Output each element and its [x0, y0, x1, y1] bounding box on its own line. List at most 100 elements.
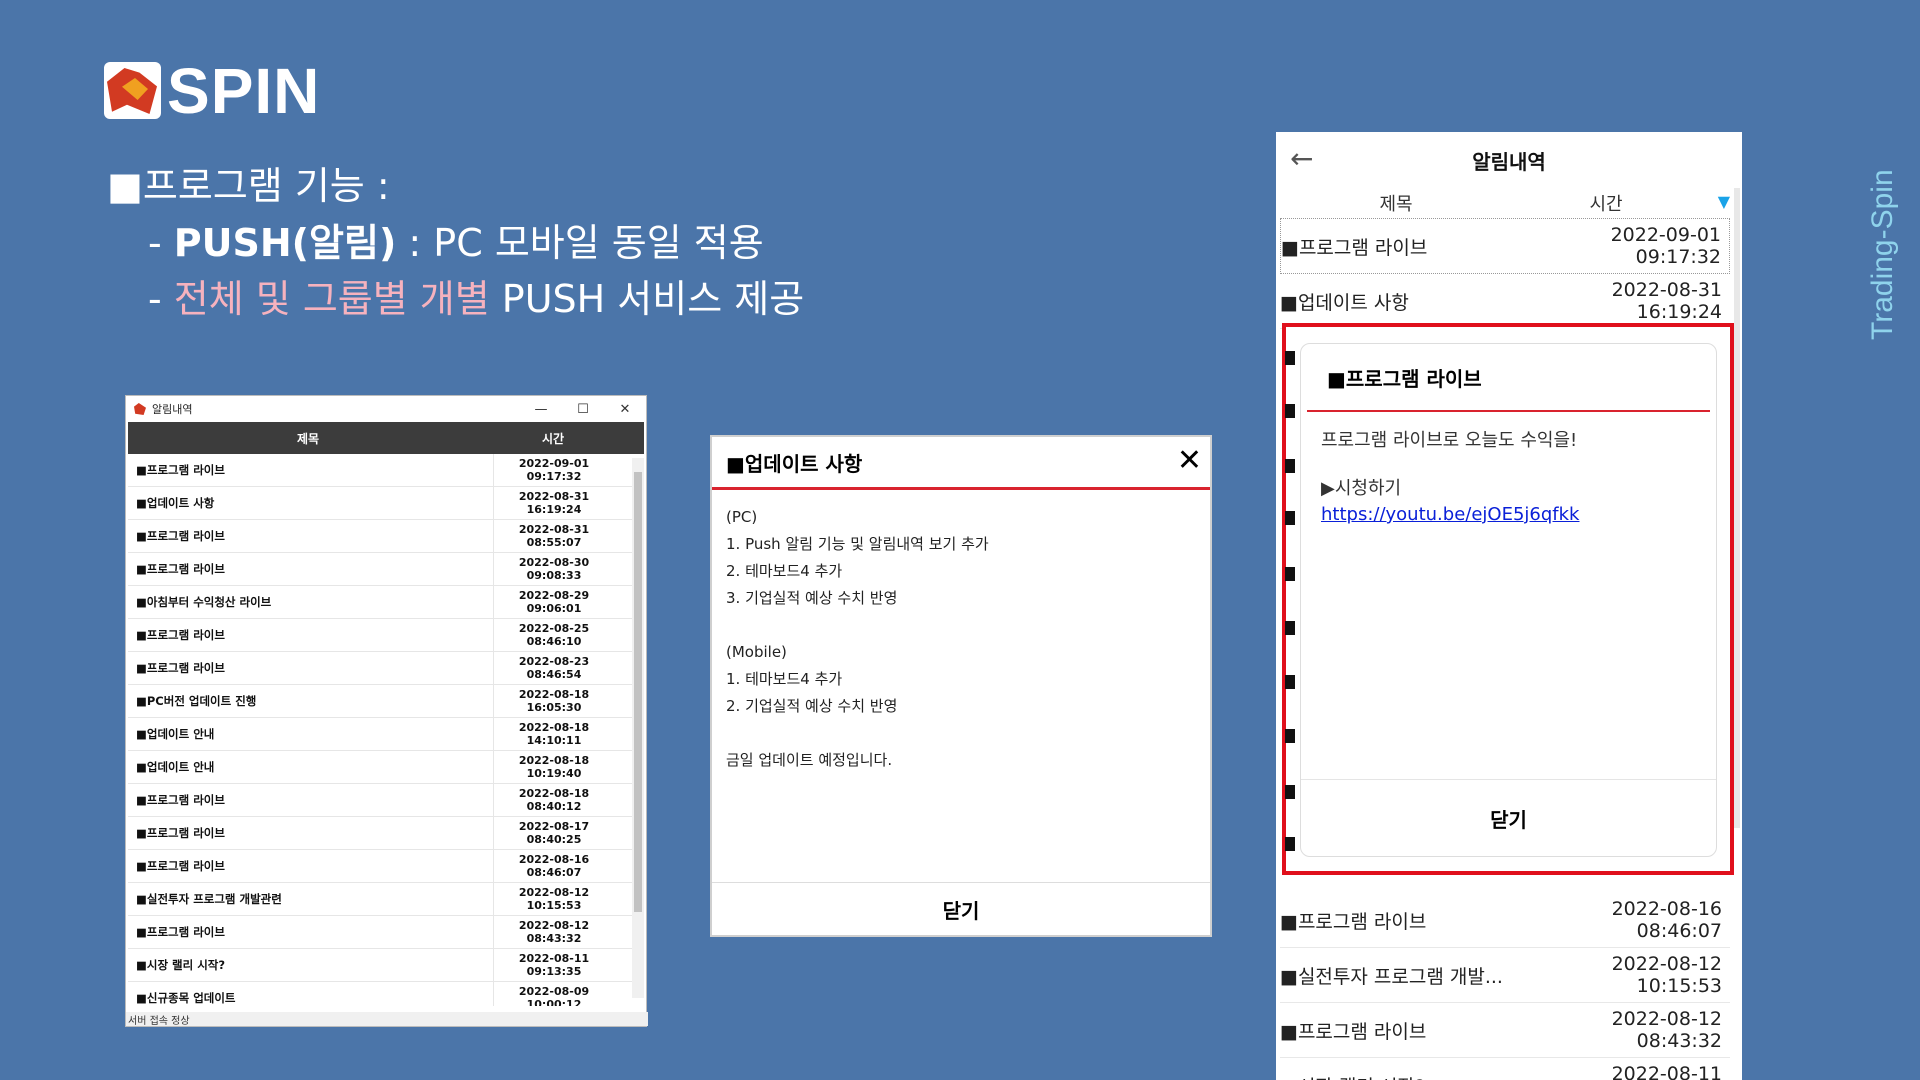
back-arrow-icon[interactable]: ←: [1290, 142, 1313, 175]
close-button[interactable]: 닫기: [1301, 779, 1716, 856]
item-time: 2022-08-11 09:13:35: [1611, 1063, 1722, 1080]
row-time: 2022-08-18 08:40:12: [518, 787, 590, 813]
notification-popup: ■프로그램 라이브 프로그램 라이브로 오늘도 수익을! ▶시청하기 https…: [1300, 343, 1717, 857]
row-time: 2022-09-01 09:17:32: [518, 457, 590, 483]
table-row[interactable]: ■시장 랠리 시작? 2022-08-11 09:13:35: [128, 949, 644, 982]
row-title: ■프로그램 라이브: [128, 454, 494, 486]
row-title: ■PC버전 업데이트 진행: [128, 685, 494, 717]
status-bar: 서버 접속 정상: [126, 1012, 648, 1027]
row-time: 2022-08-11 09:13:35: [518, 952, 590, 978]
row-title: ■신규종목 업데이트: [128, 982, 494, 1006]
row-title: ■프로그램 라이브: [128, 652, 494, 684]
list-item[interactable]: ■프로그램 라이브 2022-08-12 08:43:32: [1280, 1003, 1730, 1058]
dialog-line: 1. 테마보드4 추가: [726, 670, 843, 688]
group-keyword: 전체 및 그룹별 개별: [173, 277, 490, 321]
table-row[interactable]: ■업데이트 안내 2022-08-18 14:10:11: [128, 718, 644, 751]
row-title: ■프로그램 라이브: [128, 850, 494, 882]
mobile-column-header: 제목 시간 ▼: [1276, 188, 1742, 218]
row-time: 2022-08-18 14:10:11: [518, 721, 590, 747]
dialog-title: ■업데이트 사항 ✕: [712, 437, 1210, 490]
column-title[interactable]: 제목: [128, 430, 488, 447]
scrollbar[interactable]: [1734, 188, 1740, 828]
row-time: 2022-08-09 10:00:12: [518, 985, 590, 1006]
scrollbar[interactable]: [632, 458, 644, 998]
table-row[interactable]: ■업데이트 사항 2022-08-31 16:19:24: [128, 487, 644, 520]
window-titlebar: 알림내역 — ☐ ✕: [126, 396, 646, 422]
list-bullet: [1285, 729, 1295, 743]
table-row[interactable]: ■PC버전 업데이트 진행 2022-08-18 16:05:30: [128, 685, 644, 718]
pc-notification-window: 알림내역 — ☐ ✕ 제목 시간 ■프로그램 라이브 2022-09-01 09:…: [125, 395, 648, 1027]
table-row[interactable]: ■프로그램 라이브 2022-08-30 09:08:33: [128, 553, 644, 586]
row-time: 2022-08-29 09:06:01: [518, 589, 590, 615]
dialog-line: (PC): [726, 508, 758, 526]
list-item[interactable]: ■프로그램 라이브 2022-08-16 08:46:07: [1280, 893, 1730, 948]
feature-heading: ■프로그램 기능 :: [107, 164, 390, 208]
list-bullet: [1285, 621, 1295, 635]
column-title[interactable]: 제목: [1276, 190, 1516, 216]
item-time: 2022-08-12 08:43:32: [1611, 1008, 1722, 1052]
dialog-line: [726, 720, 1196, 747]
list-item[interactable]: ■시장 랠리 시작? 2022-08-11 09:13:35: [1280, 1058, 1730, 1080]
table-row[interactable]: ■프로그램 라이브 2022-08-18 08:40:12: [128, 784, 644, 817]
list-item[interactable]: ■실전투자 프로그램 개발... 2022-08-12 10:15:53: [1280, 948, 1730, 1003]
table-row[interactable]: ■프로그램 라이브 2022-08-12 08:43:32: [128, 916, 644, 949]
table-row[interactable]: ■실전투자 프로그램 개발관련 2022-08-12 10:15:53: [128, 883, 644, 916]
row-title: ■시장 랠리 시작?: [128, 949, 494, 981]
table-row[interactable]: ■프로그램 라이브 2022-09-01 09:17:32: [128, 454, 644, 487]
dialog-line: [726, 612, 1196, 639]
window-title: 알림내역: [152, 403, 193, 416]
table-row[interactable]: ■신규종목 업데이트 2022-08-09 10:00:12: [128, 982, 644, 1006]
table-row[interactable]: ■프로그램 라이브 2022-08-23 08:46:54: [128, 652, 644, 685]
feature-line-push: - PUSH(알림) : PC 모바일 동일 적용: [148, 221, 764, 265]
close-icon[interactable]: ✕: [604, 402, 646, 417]
close-button[interactable]: 닫기: [712, 882, 1210, 935]
row-title: ■프로그램 라이브: [128, 817, 494, 849]
row-title: ■아침부터 수익청산 라이브: [128, 586, 494, 618]
table-row[interactable]: ■프로그램 라이브 2022-08-25 08:46:10: [128, 619, 644, 652]
row-time: 2022-08-23 08:46:54: [518, 655, 590, 681]
table-row[interactable]: ■프로그램 라이브 2022-08-16 08:46:07: [128, 850, 644, 883]
row-time: 2022-08-12 08:43:32: [518, 919, 590, 945]
tiger-logo-icon: [104, 62, 161, 119]
list-item[interactable]: ■업데이트 사항 2022-08-31 16:19:24: [1280, 274, 1730, 329]
close-icon[interactable]: ✕: [1177, 443, 1202, 478]
item-time: 2022-08-16 08:46:07: [1611, 898, 1722, 942]
dialog-body: (PC) 1. Push 알림 기능 및 알림내역 보기 추가 2. 테마보드4 추…: [712, 490, 1210, 788]
dialog-line: 금일 업데이트 예정입니다.: [726, 751, 893, 769]
item-title: ■업데이트 사항: [1280, 291, 1409, 314]
spin-logo: SPIN: [104, 55, 320, 127]
row-title: ■업데이트 안내: [128, 718, 494, 750]
dialog-line: 2. 테마보드4 추가: [726, 562, 843, 580]
row-title: ■프로그램 라이브: [128, 784, 494, 816]
column-time[interactable]: 시간: [1516, 190, 1696, 216]
notification-list: ■프로그램 라이브 2022-09-01 09:17:32 ■업데이트 사항 2022…: [126, 454, 646, 1006]
item-title: ■실전투자 프로그램 개발...: [1280, 965, 1503, 988]
side-brand-text: Trading-Spin: [1866, 169, 1899, 340]
table-row[interactable]: ■아침부터 수익청산 라이브 2022-08-29 09:06:01: [128, 586, 644, 619]
column-time[interactable]: 시간: [488, 430, 618, 447]
item-time: 2022-08-31 16:19:24: [1611, 279, 1722, 323]
logo-text: SPIN: [167, 54, 321, 127]
feature-line-service: - 전체 및 그룹별 개별 PUSH 서비스 제공: [148, 277, 805, 321]
dialog-line: 2. 기업실적 예상 수치 반영: [726, 697, 898, 715]
item-title: ■프로그램 라이브: [1280, 910, 1427, 933]
row-title: ■업데이트 안내: [128, 751, 494, 783]
highlight-frame: ■프로그램 라이브 프로그램 라이브로 오늘도 수익을! ▶시청하기 https…: [1282, 323, 1734, 875]
item-title: ■시장 랠리 시작?: [1280, 1072, 1525, 1080]
list-bullet: [1285, 404, 1295, 418]
table-row[interactable]: ■프로그램 라이브 2022-08-17 08:40:25: [128, 817, 644, 850]
row-title: ■프로그램 라이브: [128, 619, 494, 651]
list-item[interactable]: ■프로그램 라이브 2022-09-01 09:17:32: [1280, 218, 1730, 274]
maximize-icon[interactable]: ☐: [562, 402, 604, 417]
minimize-icon[interactable]: —: [520, 402, 562, 417]
row-title: ■업데이트 사항: [128, 487, 494, 519]
list-bullet: [1285, 459, 1295, 473]
app-icon: [134, 403, 146, 415]
sort-down-icon[interactable]: ▼: [1718, 192, 1730, 211]
table-row[interactable]: ■프로그램 라이브 2022-08-31 08:55:07: [128, 520, 644, 553]
row-time: 2022-08-30 09:08:33: [518, 556, 590, 582]
list-bullet: [1285, 511, 1295, 525]
table-row[interactable]: ■업데이트 안내 2022-08-18 10:19:40: [128, 751, 644, 784]
youtube-link[interactable]: https://youtu.be/ejOE5j6qfkk: [1321, 502, 1696, 528]
list-bullet: [1285, 675, 1295, 689]
